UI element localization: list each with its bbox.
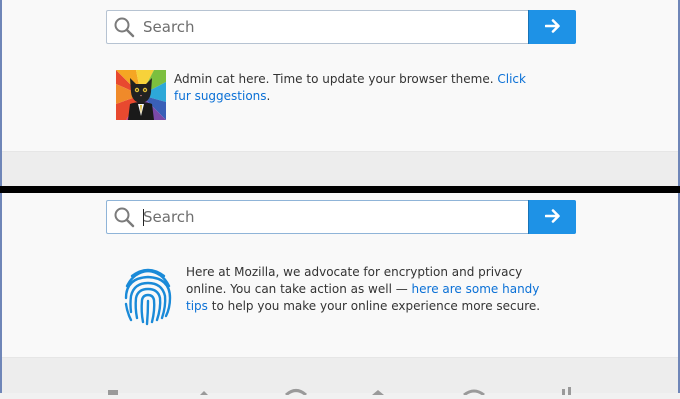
arrow-right-icon: [544, 208, 561, 226]
snippet-period: .: [266, 89, 271, 103]
arrow-right-icon: [544, 18, 561, 36]
top-sites-band: [2, 151, 678, 186]
snippet-privacy: Here at Mozilla, we advocate for encrypt…: [122, 264, 542, 326]
top-sites-icons-partial: [100, 380, 580, 397]
snippet-text: Here at Mozilla, we advocate for encrypt…: [186, 264, 542, 315]
snippet-message-after: to help you make your online experience …: [207, 299, 541, 313]
snippet-message: Admin cat here. Time to update your brow…: [174, 72, 498, 86]
new-tab-page-top: Admin cat here. Time to update your brow…: [0, 0, 680, 186]
snippet-text: Admin cat here. Time to update your brow…: [174, 71, 536, 105]
snippet-admin-cat: Admin cat here. Time to update your brow…: [116, 70, 536, 120]
screenshot-divider: [0, 186, 680, 193]
search-icon: [107, 11, 141, 43]
search-input[interactable]: [141, 11, 528, 43]
fingerprint-icon: [122, 262, 174, 326]
search-input[interactable]: [141, 201, 528, 233]
admin-cat-image: [116, 70, 166, 120]
search-bar: [106, 10, 576, 44]
search-go-button[interactable]: [528, 10, 576, 44]
text-caret: [143, 209, 144, 226]
search-icon: [107, 201, 141, 233]
search-go-button[interactable]: [528, 200, 576, 234]
search-bar-focused: [106, 200, 576, 234]
